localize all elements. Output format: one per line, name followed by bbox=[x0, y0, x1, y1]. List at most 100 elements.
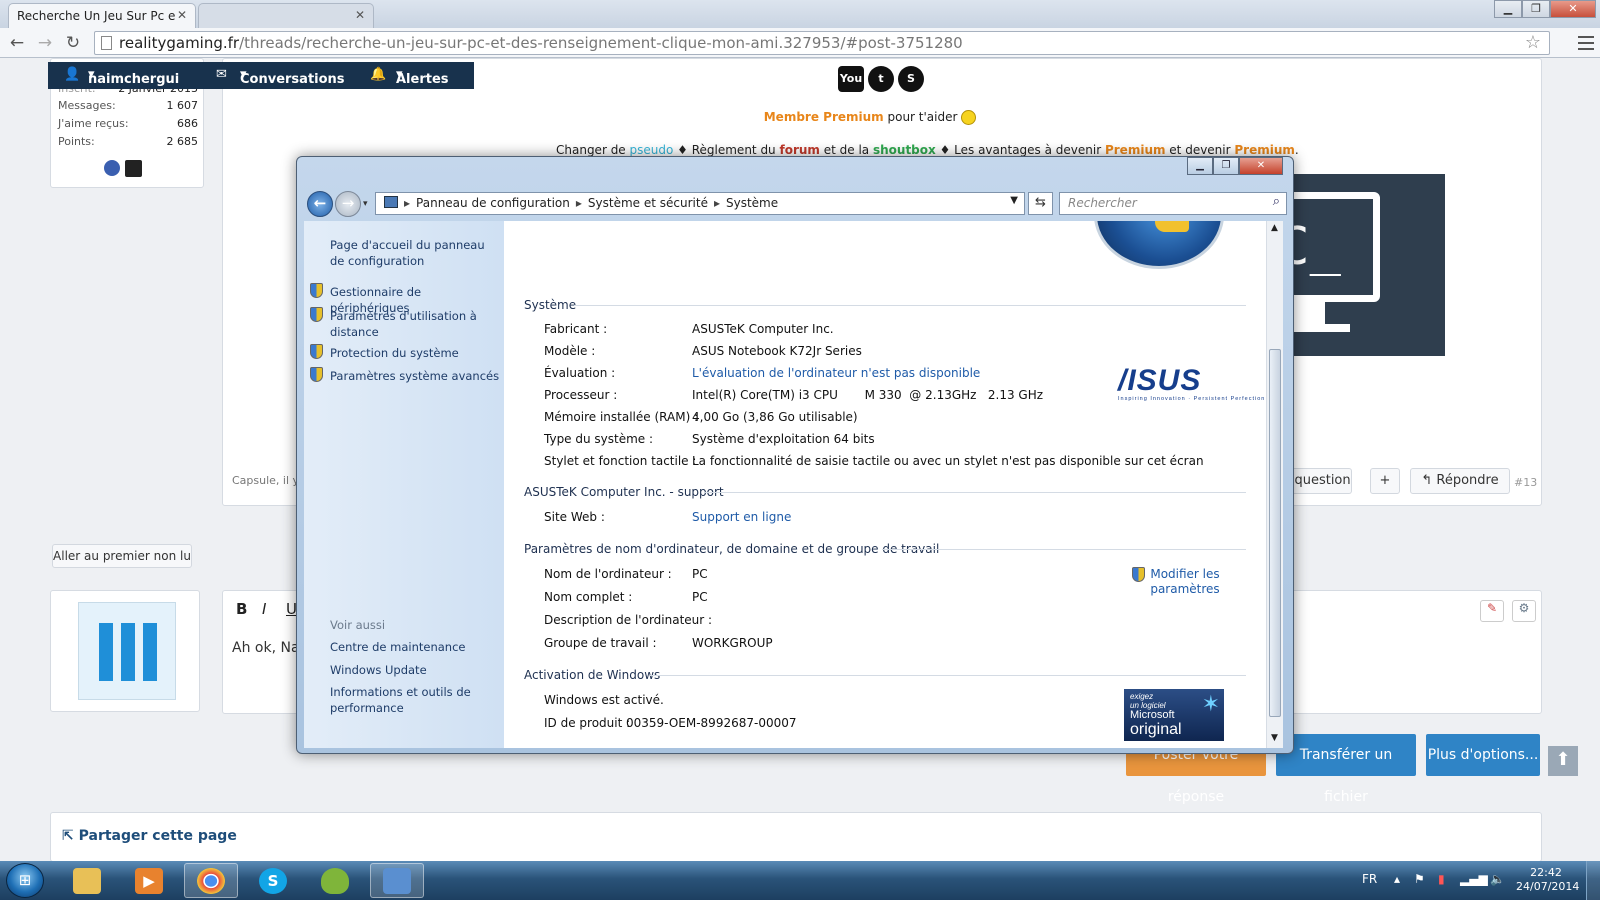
premium-link-2[interactable]: Premium bbox=[1234, 143, 1295, 157]
explorer-icon[interactable] bbox=[60, 863, 114, 898]
refresh-icon[interactable]: ⇆ bbox=[1028, 192, 1053, 215]
dialog-minimize-button[interactable]: ▁ bbox=[1187, 157, 1213, 175]
back-arrow-icon[interactable]: ← bbox=[6, 32, 28, 54]
tab-close-icon[interactable]: ✕ bbox=[177, 8, 187, 22]
system-value: Système d'exploitation 64 bits bbox=[692, 432, 875, 446]
forum-link[interactable]: forum bbox=[779, 143, 819, 157]
reload-icon[interactable]: ↻ bbox=[62, 32, 84, 54]
skype-icon[interactable]: S bbox=[898, 66, 924, 92]
back-arrow-icon[interactable]: ← bbox=[307, 191, 333, 217]
tray-chevron-icon[interactable]: ▴ bbox=[1394, 872, 1400, 886]
twitter-icon[interactable]: t bbox=[868, 66, 894, 92]
italic-button[interactable]: I bbox=[262, 600, 266, 618]
link-home[interactable]: Page d'accueil du panneau de configurati… bbox=[330, 237, 500, 269]
wrench-icon[interactable]: ⚙ bbox=[1512, 600, 1536, 622]
system-window: ▁ ❐ ✕ ← → ▾ ▸ Panneau de configuration ▸ Sy… bbox=[296, 156, 1294, 754]
scroll-thumb[interactable] bbox=[1269, 349, 1281, 717]
avatar[interactable] bbox=[78, 602, 176, 700]
more-options-button[interactable]: Plus d'options... bbox=[1426, 734, 1540, 776]
rating-link[interactable]: L'évaluation de l'ordinateur n'est pas d… bbox=[692, 366, 980, 380]
maximize-button[interactable]: ❐ bbox=[1522, 0, 1550, 18]
badge-icon[interactable] bbox=[104, 160, 120, 176]
breadcrumb-control-panel[interactable]: Panneau de configuration bbox=[416, 196, 570, 210]
first-unread-button[interactable]: Aller au premier non lu bbox=[52, 544, 192, 568]
control-panel-icon[interactable] bbox=[370, 863, 424, 898]
shield-icon bbox=[310, 283, 323, 298]
post-number[interactable]: #13 bbox=[1514, 476, 1537, 489]
content-scrollbar[interactable]: ▲ ▼ bbox=[1266, 221, 1283, 748]
user-icon: 👤 bbox=[64, 67, 81, 82]
browser-tab-inactive[interactable]: ✕ bbox=[198, 3, 374, 28]
pseudo-link[interactable]: pseudo bbox=[630, 143, 674, 157]
alerts-menu[interactable]: Alertes ▾ bbox=[396, 67, 449, 87]
search-input[interactable]: Rechercher ⌕ bbox=[1059, 192, 1287, 215]
close-button[interactable]: ✕ bbox=[1550, 0, 1596, 18]
link-protection[interactable]: Protection du système bbox=[330, 345, 500, 361]
premium-link[interactable]: Membre Premium bbox=[764, 110, 884, 124]
reply-button[interactable]: ↰ Répondre bbox=[1410, 468, 1510, 494]
show-desktop-button[interactable] bbox=[1586, 861, 1600, 900]
bold-button[interactable]: B bbox=[236, 600, 247, 618]
clock[interactable]: 22:42 24/07/2014 bbox=[1516, 866, 1579, 894]
flag-icon[interactable]: ⚑ bbox=[1414, 872, 1425, 886]
link-windows-update[interactable]: Windows Update bbox=[330, 662, 427, 678]
computer-key: Nom complet : bbox=[544, 590, 633, 604]
online-support-link[interactable]: Support en ligne bbox=[692, 510, 791, 524]
forward-arrow-icon[interactable]: → bbox=[34, 32, 56, 54]
network-signal-icon[interactable]: ▂▄▆ bbox=[1460, 872, 1488, 886]
minimize-button[interactable]: ▁ bbox=[1494, 0, 1522, 18]
steam-icon[interactable] bbox=[125, 160, 142, 177]
stat-likes: J'aime reçus: 686 bbox=[58, 117, 198, 130]
skype-icon[interactable]: S bbox=[246, 863, 300, 898]
game-icon[interactable] bbox=[308, 863, 362, 898]
scroll-up-icon[interactable]: ▲ bbox=[1271, 223, 1278, 233]
link-performance[interactable]: Informations et outils de performance bbox=[330, 684, 480, 716]
system-value: Intel(R) Core(TM) i3 CPU M 330 @ 2.13GHz… bbox=[692, 388, 1044, 402]
dialog-close-button[interactable]: ✕ bbox=[1239, 157, 1283, 175]
browser-tab-active[interactable]: Recherche Un Jeu Sur Pc e ✕ bbox=[8, 3, 196, 28]
computer-value: WORKGROUP bbox=[692, 636, 773, 650]
shoutbox-link[interactable]: shoutbox bbox=[873, 143, 936, 157]
windows-logo bbox=[1094, 221, 1224, 269]
scroll-down-icon[interactable]: ▼ bbox=[1271, 733, 1278, 743]
eraser-icon[interactable]: ✎ bbox=[1480, 600, 1504, 622]
scroll-top-arrow-icon[interactable]: ⬆ bbox=[1548, 746, 1578, 776]
search-icon[interactable]: ⌕ bbox=[1273, 194, 1280, 209]
chrome-menu-icon[interactable] bbox=[1578, 36, 1594, 50]
dialog-maximize-button[interactable]: ❐ bbox=[1213, 157, 1239, 175]
breadcrumb-security[interactable]: Système et sécurité bbox=[588, 196, 708, 210]
divider bbox=[704, 492, 1246, 493]
link-advanced[interactable]: Paramètres système avancés bbox=[330, 368, 500, 384]
address-bar[interactable]: realitygaming.fr/threads/recherche-un-je… bbox=[94, 31, 1550, 55]
user-menu[interactable]: naimchergui ▾ bbox=[88, 67, 179, 87]
system-key: Évaluation : bbox=[544, 366, 616, 380]
chevron-down-icon[interactable]: ▼ bbox=[1010, 195, 1018, 206]
reply-arrow-icon: ↰ bbox=[1421, 473, 1437, 488]
system-value: ASUS Notebook K72Jr Series bbox=[692, 344, 862, 358]
link-remote[interactable]: Paramètres d'utilisation à distance bbox=[330, 308, 490, 340]
premium-link-1[interactable]: Premium bbox=[1105, 143, 1166, 157]
volume-icon[interactable]: 🔈 bbox=[1490, 872, 1505, 886]
system-key: Mémoire installée (RAM) : bbox=[544, 410, 699, 424]
conversations-menu[interactable]: Conversations ▾ bbox=[240, 67, 345, 87]
modify-settings-link[interactable]: Modifier les paramètres bbox=[1148, 567, 1222, 597]
link-maintenance[interactable]: Centre de maintenance bbox=[330, 639, 465, 655]
language-indicator[interactable]: FR bbox=[1362, 872, 1377, 886]
chrome-icon[interactable] bbox=[184, 863, 238, 898]
bookmark-star-icon[interactable]: ☆ bbox=[1525, 32, 1541, 53]
genuine-microsoft-badge[interactable]: exigez un logiciel Microsoft original ✶ bbox=[1124, 689, 1224, 741]
media-player-icon[interactable]: ▶ bbox=[122, 863, 176, 898]
product-id-value: 00359-OEM-8992687-00007 bbox=[626, 716, 797, 730]
upload-file-button[interactable]: Transférer un fichier bbox=[1276, 734, 1416, 805]
breadcrumb[interactable]: ▸ Panneau de configuration ▸ Système et séc… bbox=[375, 192, 1025, 215]
forward-arrow-icon[interactable]: → bbox=[335, 191, 361, 217]
breadcrumb-system[interactable]: Système bbox=[726, 196, 778, 210]
editor-text[interactable]: Ah ok, Nar bbox=[232, 640, 305, 656]
plus-button[interactable]: + bbox=[1370, 468, 1400, 494]
youtube-icon[interactable]: You bbox=[838, 66, 864, 92]
start-button[interactable]: ⊞ bbox=[6, 863, 44, 898]
battery-icon[interactable]: ▮ bbox=[1438, 872, 1445, 886]
tasks-pane: Page d'accueil du panneau de configurati… bbox=[304, 221, 504, 748]
tab-close-icon[interactable]: ✕ bbox=[355, 8, 365, 22]
history-dropdown-icon[interactable]: ▾ bbox=[363, 199, 368, 209]
